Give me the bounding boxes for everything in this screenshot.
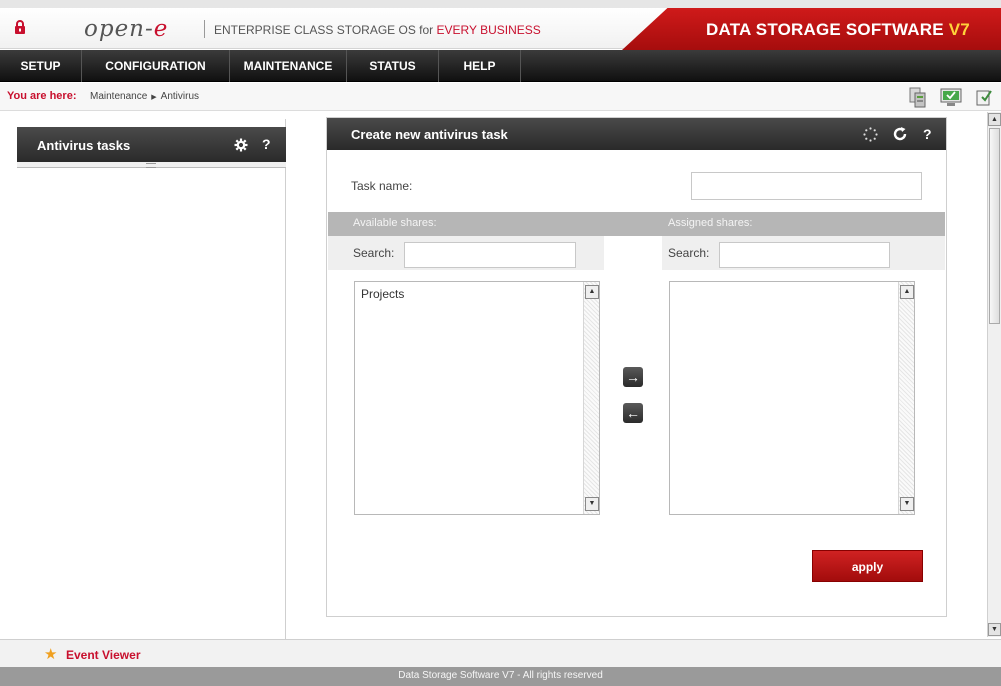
page-scrollbar[interactable]: ▲ ▼ xyxy=(987,112,1001,637)
available-shares-list[interactable]: Projects ▲ ▼ xyxy=(354,281,600,515)
breadcrumb-antivirus[interactable]: Antivirus xyxy=(161,91,199,102)
left-help-icon[interactable]: ? xyxy=(262,136,271,152)
left-panel-resize-handle[interactable] xyxy=(17,162,286,168)
assigned-list-scrollbar[interactable]: ▲ ▼ xyxy=(898,282,914,514)
left-panel-title: Antivirus tasks xyxy=(37,138,131,153)
spinner-icon xyxy=(863,127,878,142)
breadcrumb-path: Maintenance ▶ Antivirus xyxy=(90,91,199,102)
nav-maintenance[interactable]: MAINTENANCE xyxy=(230,50,347,82)
task-name-label: Task name: xyxy=(351,179,413,193)
nav-setup[interactable]: SETUP xyxy=(0,50,82,82)
apply-button[interactable]: apply xyxy=(812,550,923,582)
monitor-check-icon[interactable] xyxy=(939,85,963,109)
assigned-shares-label: Assigned shares: xyxy=(668,217,753,229)
breadcrumb-maintenance[interactable]: Maintenance xyxy=(90,91,147,102)
checklist-icon[interactable] xyxy=(972,85,996,109)
page-scroll-thumb[interactable] xyxy=(989,128,1000,324)
breadcrumb-label: You are here: xyxy=(7,90,77,102)
move-left-button[interactable]: ← xyxy=(623,403,643,423)
assigned-search-row: Search: xyxy=(662,236,945,270)
logo: open-e xyxy=(84,16,169,42)
footer: Data Storage Software V7 - All rights re… xyxy=(0,667,1001,686)
scroll-down-icon[interactable]: ▼ xyxy=(900,497,914,511)
lock-icon[interactable] xyxy=(14,20,26,34)
left-panel-header: Antivirus tasks ? xyxy=(17,127,286,162)
nav-help[interactable]: HELP xyxy=(439,50,521,82)
main-help-icon[interactable]: ? xyxy=(923,126,932,142)
create-task-panel: Create new antivirus task ? Task name: A… xyxy=(326,117,947,617)
available-search-input[interactable] xyxy=(404,242,576,268)
scroll-up-icon[interactable]: ▲ xyxy=(900,285,914,299)
antivirus-tasks-panel: Antivirus tasks ? xyxy=(17,119,286,639)
star-icon: ★ xyxy=(44,646,58,663)
refresh-icon[interactable] xyxy=(892,126,908,142)
server-icon[interactable] xyxy=(906,85,930,109)
window-top-strip xyxy=(0,0,1001,8)
available-search-label: Search: xyxy=(353,246,395,260)
main-panel-title: Create new antivirus task xyxy=(351,127,508,142)
move-right-button[interactable]: → xyxy=(623,367,643,387)
tagline: ENTERPRISE CLASS STORAGE OS for EVERY BU… xyxy=(214,23,541,37)
nav-configuration[interactable]: CONFIGURATION xyxy=(82,50,230,82)
brand-title: DATA STORAGE SOFTWARE V7 xyxy=(706,20,970,39)
scroll-down-icon[interactable]: ▼ xyxy=(988,623,1001,636)
scroll-up-icon[interactable]: ▲ xyxy=(988,113,1001,126)
assigned-search-label: Search: xyxy=(668,246,710,260)
assigned-search-input[interactable] xyxy=(719,242,890,268)
header-divider xyxy=(204,20,205,38)
scroll-up-icon[interactable]: ▲ xyxy=(585,285,599,299)
breadcrumb: You are here: Maintenance ▶ Antivirus xyxy=(0,83,1001,111)
scroll-down-icon[interactable]: ▼ xyxy=(585,497,599,511)
footer-text: Data Storage Software V7 - All rights re… xyxy=(398,670,603,681)
event-viewer-bar: ★ Event Viewer xyxy=(0,639,1001,667)
task-name-input[interactable] xyxy=(691,172,922,200)
event-viewer-link[interactable]: Event Viewer xyxy=(66,648,140,662)
main-panel-header: Create new antivirus task ? xyxy=(327,118,946,150)
list-item[interactable]: Projects xyxy=(361,287,404,301)
assigned-shares-list[interactable]: ▲ ▼ xyxy=(669,281,915,515)
breadcrumb-separator-icon: ▶ xyxy=(151,94,157,101)
available-search-row: Search: xyxy=(328,236,604,270)
main-nav: SETUP CONFIGURATION MAINTENANCE STATUS H… xyxy=(0,50,1001,82)
available-shares-label: Available shares: xyxy=(353,217,437,229)
shares-header-bar: Available shares: Assigned shares: xyxy=(328,212,945,236)
nav-status[interactable]: STATUS xyxy=(347,50,439,82)
available-list-scrollbar[interactable]: ▲ ▼ xyxy=(583,282,599,514)
gear-icon[interactable] xyxy=(234,138,248,152)
